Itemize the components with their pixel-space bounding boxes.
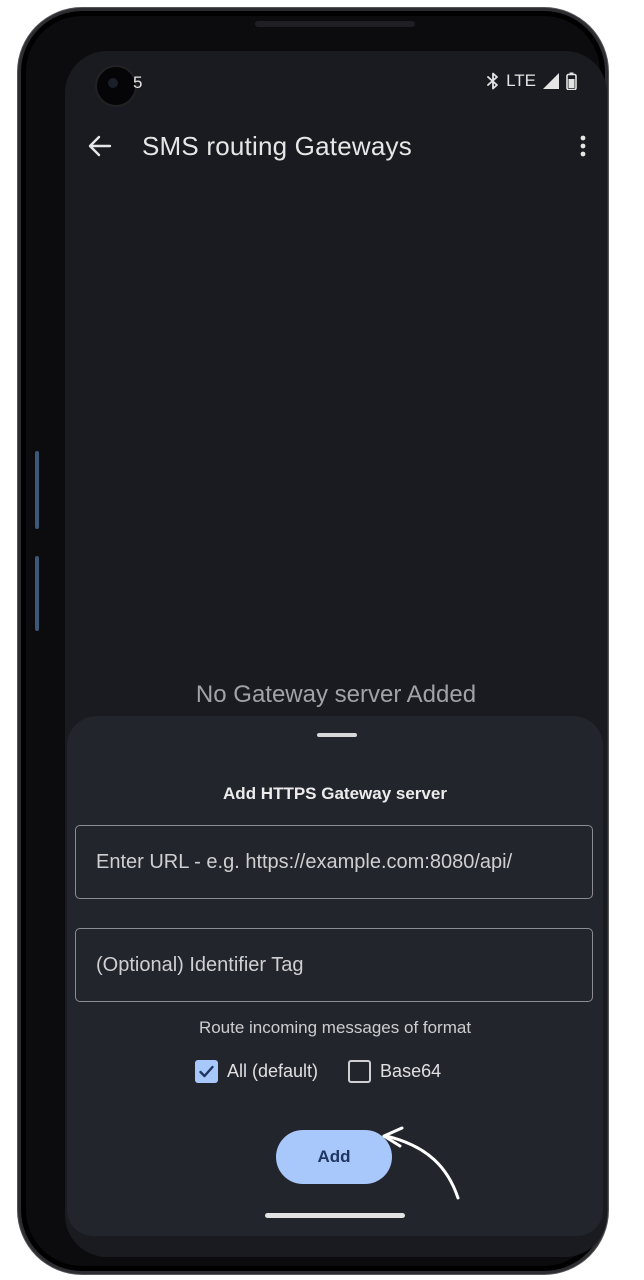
screen: 5 LTE SMS routing Gateways No Gateway se… xyxy=(65,51,607,1257)
bottom-sheet: Add HTTPS Gateway server Route incoming … xyxy=(67,716,603,1236)
power-button xyxy=(35,556,39,631)
url-input[interactable] xyxy=(75,825,593,899)
check-icon xyxy=(199,1065,214,1077)
option-all-label: All (default) xyxy=(227,1060,319,1081)
sheet-title: Add HTTPS Gateway server xyxy=(223,784,447,803)
identifier-tag-input[interactable] xyxy=(75,928,593,1002)
bluetooth-icon xyxy=(486,72,500,90)
network-type: LTE xyxy=(506,71,536,90)
back-button[interactable] xyxy=(83,131,117,165)
more-vertical-icon xyxy=(580,134,586,163)
page-title: SMS routing Gateways xyxy=(142,131,412,161)
page: 5 LTE SMS routing Gateways No Gateway se… xyxy=(0,0,644,1280)
checkbox-base64-unchecked[interactable] xyxy=(348,1059,372,1083)
add-button[interactable]: Add xyxy=(276,1130,392,1184)
front-camera xyxy=(95,65,137,107)
status-time: 5 xyxy=(133,73,143,92)
route-format-label: Route incoming messages of format xyxy=(198,1018,472,1037)
volume-button xyxy=(35,451,39,529)
app-bar: SMS routing Gateways xyxy=(65,119,607,175)
status-icons: LTE xyxy=(486,71,577,91)
signal-icon xyxy=(542,72,560,90)
arrow-left-icon xyxy=(87,133,113,164)
battery-icon xyxy=(566,72,577,90)
option-all[interactable]: All (default) xyxy=(195,1059,319,1083)
phone-frame: 5 LTE SMS routing Gateways No Gateway se… xyxy=(18,8,608,1274)
home-indicator xyxy=(265,1213,405,1218)
empty-state-message: No Gateway server Added xyxy=(195,681,477,708)
option-base64[interactable]: Base64 xyxy=(348,1059,442,1083)
checkbox-all-checked[interactable] xyxy=(195,1059,218,1083)
earpiece xyxy=(255,21,415,27)
overflow-menu-button[interactable] xyxy=(573,131,593,165)
format-options: All (default) Base64 xyxy=(195,1057,441,1085)
drag-handle[interactable] xyxy=(317,733,357,737)
option-base64-label: Base64 xyxy=(380,1060,442,1081)
